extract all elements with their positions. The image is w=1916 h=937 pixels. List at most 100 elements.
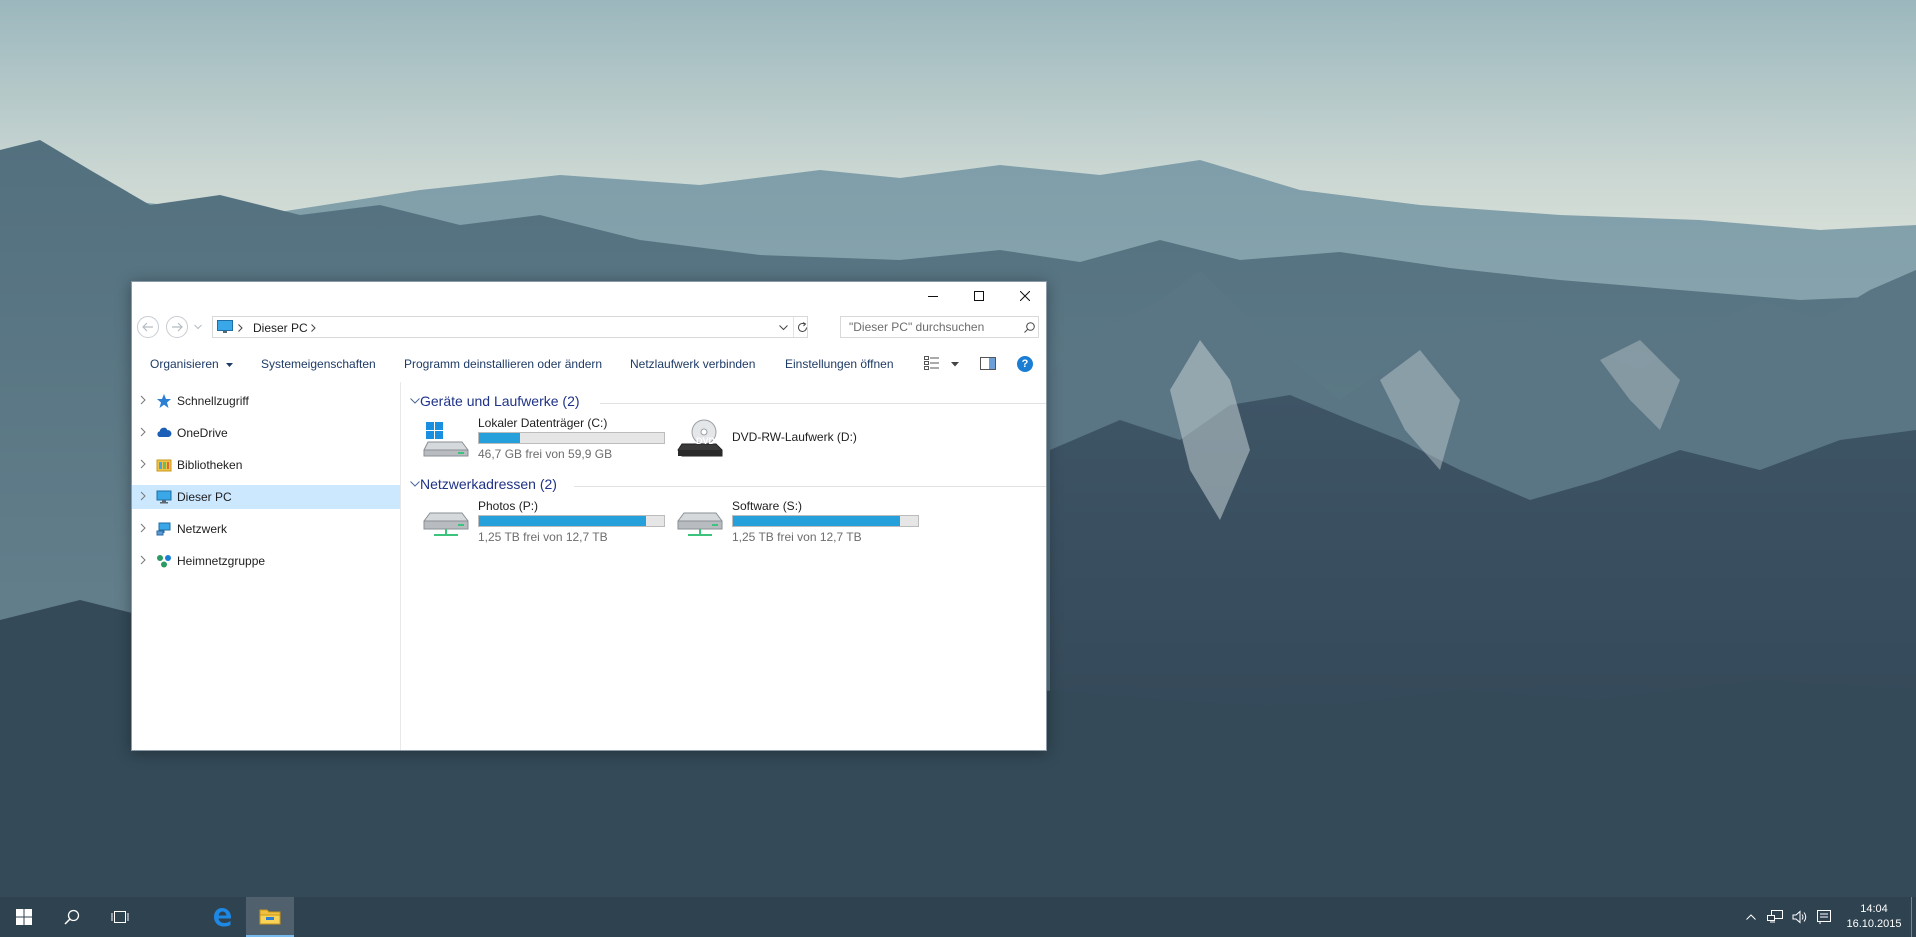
drive-name: Lokaler Datenträger (C:): [478, 416, 608, 430]
refresh-icon[interactable]: [797, 322, 808, 333]
drive-tile-d[interactable]: DVD DVD-RW-Laufwerk (D:): [676, 416, 926, 460]
nav-label: Dieser PC: [177, 490, 232, 504]
recent-locations-chevron-icon[interactable]: [194, 324, 202, 330]
drive-name: DVD-RW-Laufwerk (D:): [732, 430, 857, 444]
nav-item-onedrive[interactable]: OneDrive: [132, 421, 400, 445]
group-divider: [600, 403, 1046, 404]
search-icon: [64, 909, 80, 925]
group-header-devices[interactable]: Geräte und Laufwerke (2): [410, 392, 1046, 414]
nav-item-this-pc[interactable]: Dieser PC: [132, 485, 400, 509]
map-network-drive-button[interactable]: Netzlaufwerk verbinden: [630, 357, 755, 371]
nav-item-libraries[interactable]: Bibliotheken: [132, 453, 400, 477]
maximize-button[interactable]: [956, 282, 1002, 310]
nav-label: OneDrive: [177, 426, 228, 440]
chevron-up-icon: [1746, 914, 1756, 920]
preview-pane-button[interactable]: [980, 357, 996, 375]
search-button[interactable]: [48, 897, 96, 937]
computer-icon: [217, 320, 233, 333]
expand-chevron-icon[interactable]: [140, 523, 146, 533]
drive-tile-p[interactable]: Photos (P:) 1,25 TB frei von 12,7 TB: [422, 499, 672, 544]
drive-free-space: 46,7 GB frei von 59,9 GB: [478, 447, 613, 461]
expand-chevron-icon[interactable]: [140, 427, 146, 437]
network-drive-icon: [677, 512, 723, 536]
drive-usage-bar: [478, 432, 665, 444]
maximize-icon: [974, 291, 984, 301]
drive-tile-s[interactable]: Software (S:) 1,25 TB frei von 12,7 TB: [676, 499, 926, 544]
drive-name: Photos (P:): [478, 499, 539, 513]
forward-button[interactable]: [166, 316, 188, 338]
action-center-icon: [1817, 910, 1831, 924]
minimize-button[interactable]: [910, 282, 956, 310]
monitor-icon: [156, 490, 172, 504]
arrow-right-icon: [172, 322, 183, 332]
title-bar[interactable]: [132, 282, 1046, 310]
help-icon[interactable]: ?: [1017, 356, 1033, 372]
start-button[interactable]: [0, 897, 48, 937]
arrow-left-icon: [142, 322, 153, 332]
back-button[interactable]: [137, 316, 159, 338]
system-properties-button[interactable]: Systemeigenschaften: [261, 357, 376, 371]
network-icon: [156, 522, 171, 536]
collapse-chevron-icon[interactable]: [410, 398, 420, 404]
minimize-icon: [928, 296, 938, 297]
drive-tile-c[interactable]: Lokaler Datenträger (C:) 46,7 GB frei vo…: [422, 416, 672, 461]
address-row: Dieser PC: [132, 314, 1046, 338]
clock-time: 14:04: [1860, 903, 1888, 915]
dropdown-arrow-icon: [226, 363, 234, 367]
expand-chevron-icon[interactable]: [140, 459, 146, 469]
search-input[interactable]: [841, 317, 1021, 337]
file-explorer-window: Dieser PC Organisieren Systemeigenschaft…: [131, 281, 1047, 751]
edge-taskbar-button[interactable]: [198, 897, 246, 937]
nav-label: Netzwerk: [177, 522, 228, 536]
nav-item-network[interactable]: Netzwerk: [132, 517, 400, 541]
windows-start-icon: [16, 909, 32, 925]
network-drive-icon: [423, 512, 469, 536]
show-hidden-icons-button[interactable]: [1743, 897, 1759, 937]
drive-usage-fill: [479, 433, 520, 443]
expand-chevron-icon[interactable]: [140, 395, 146, 405]
group-title: Netzwerkadressen (2): [420, 476, 557, 492]
drive-usage-fill: [733, 516, 900, 526]
network-status-icon: [1767, 910, 1783, 923]
file-explorer-taskbar-button[interactable]: [246, 897, 294, 937]
change-view-button[interactable]: [924, 356, 940, 375]
drive-usage-fill: [479, 516, 646, 526]
content-area: Geräte und Laufwerke (2) Lokaler Datentr…: [402, 382, 1046, 750]
view-dropdown-icon[interactable]: [951, 362, 959, 367]
nav-label: Bibliotheken: [177, 458, 243, 472]
open-settings-button[interactable]: Einstellungen öffnen: [785, 357, 894, 371]
close-icon: [1020, 291, 1030, 301]
close-button[interactable]: [1002, 282, 1048, 310]
star-icon: [157, 394, 171, 408]
group-title: Geräte und Laufwerke (2): [420, 393, 580, 409]
nav-label: Schnellzugriff: [177, 394, 249, 408]
speaker-icon: [1792, 910, 1807, 924]
network-tray-button[interactable]: [1765, 897, 1785, 937]
uninstall-program-button[interactable]: Programm deinstallieren oder ändern: [404, 357, 602, 371]
address-divider: [793, 317, 794, 337]
expand-chevron-icon[interactable]: [140, 555, 146, 565]
file-explorer-icon: [259, 909, 281, 925]
collapse-chevron-icon[interactable]: [410, 481, 420, 487]
clock[interactable]: 14:04 16.10.2015: [1838, 902, 1910, 932]
drive-free-space: 1,25 TB frei von 12,7 TB: [478, 530, 608, 544]
breadcrumb-dieser-pc[interactable]: Dieser PC: [253, 321, 308, 335]
address-dropdown-icon[interactable]: [779, 325, 788, 331]
nav-item-homegroup[interactable]: Heimnetzgruppe: [132, 549, 400, 573]
address-bar[interactable]: Dieser PC: [212, 316, 808, 338]
organize-button[interactable]: Organisieren: [150, 357, 234, 371]
volume-tray-button[interactable]: [1790, 897, 1810, 937]
drive-name: Software (S:): [732, 499, 803, 513]
homegroup-icon: [157, 555, 171, 568]
search-icon[interactable]: [1024, 322, 1035, 333]
breadcrumb-chevron-icon[interactable]: [311, 324, 316, 332]
preview-pane-icon: [980, 357, 996, 370]
expand-chevron-icon[interactable]: [140, 491, 146, 501]
nav-item-quick-access[interactable]: Schnellzugriff: [132, 389, 400, 413]
action-center-button[interactable]: [1814, 897, 1834, 937]
group-header-network[interactable]: Netzwerkadressen (2): [410, 475, 1046, 497]
show-desktop-button[interactable]: [1911, 897, 1916, 937]
drive-usage-bar: [478, 515, 665, 527]
task-view-button[interactable]: [96, 897, 144, 937]
dvd-badge: DVD: [696, 436, 716, 446]
